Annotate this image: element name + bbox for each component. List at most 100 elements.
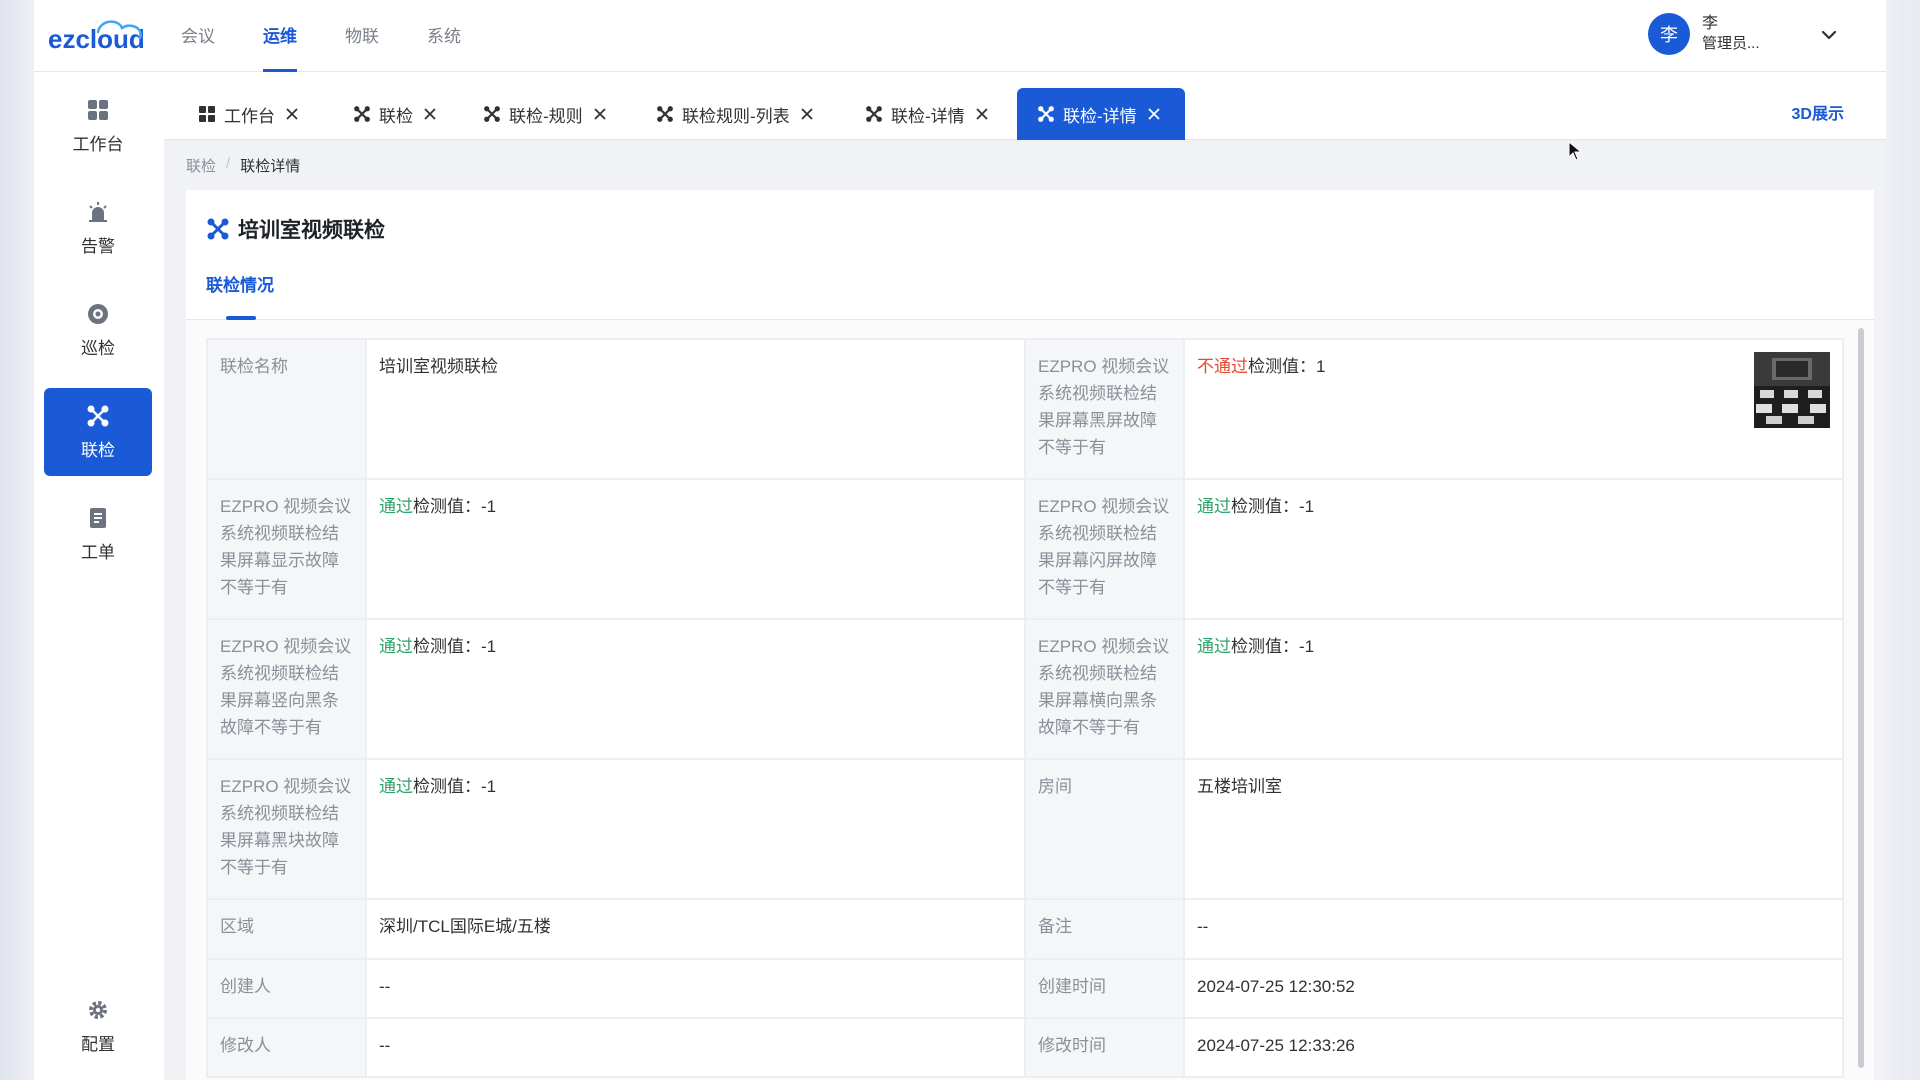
tab-label: 工作台: [224, 106, 275, 126]
field-value: --: [365, 958, 1026, 1019]
close-icon[interactable]: [423, 107, 437, 121]
top-nav-ops[interactable]: 运维: [263, 0, 297, 72]
page-title: 培训室视频联检: [206, 214, 385, 244]
sidebar-item-patrol[interactable]: 巡检: [44, 286, 152, 374]
field-label: 备注: [1024, 898, 1185, 960]
user-menu[interactable]: 李 李 管理员...: [1648, 12, 1760, 56]
sidebar-item-label: 巡检: [81, 338, 115, 358]
table-row: EZPRO 视频会议系统视频联检结果屏幕显示故障不等于有 通过检测值：-1 EZ…: [206, 478, 1844, 620]
top-nav-iot[interactable]: 物联: [345, 0, 379, 72]
patrol-icon: [88, 303, 108, 324]
user-name: 李: [1702, 15, 1719, 32]
alarm-icon: [89, 201, 107, 222]
field-value: 不通过检测值：1: [1183, 338, 1844, 480]
status-pass: 通过: [379, 637, 413, 656]
breadcrumb-separator: /: [226, 155, 231, 172]
tab-linkage[interactable]: 联检: [353, 88, 437, 140]
sidebar-item-label: 配置: [81, 1034, 115, 1054]
workorder-icon: [90, 507, 106, 528]
tab-workbench[interactable]: 工作台: [198, 88, 299, 140]
status-pass: 通过: [379, 497, 413, 516]
sidebar-item-label: 告警: [81, 236, 115, 256]
tab-linkage-rules-list[interactable]: 联检规则-列表: [656, 88, 814, 140]
grid-icon: [199, 106, 215, 122]
avatar[interactable]: 李: [1648, 13, 1690, 55]
tab-linkage-detail-active[interactable]: 联检-详情: [1017, 88, 1185, 140]
status-pass: 通过: [1197, 637, 1231, 656]
field-label: EZPRO 视频会议系统视频联检结果屏幕横向黑条故障不等于有: [1024, 618, 1185, 760]
field-value: --: [1183, 898, 1844, 960]
sidebar-item-workbench[interactable]: 工作台: [44, 82, 152, 170]
linkage-icon: [866, 106, 882, 122]
linkage-icon: [657, 106, 673, 122]
field-value: 通过检测值：-1: [365, 478, 1026, 620]
sidebar: 工作台 告警 巡检 联检 工单 配置: [34, 72, 164, 1080]
scrollbar[interactable]: [1858, 328, 1864, 1068]
linkage-icon: [207, 218, 229, 240]
sidebar-item-label: 工单: [81, 542, 115, 562]
field-label: 修改人: [206, 1017, 367, 1078]
user-role: 管理员...: [1702, 35, 1760, 52]
field-label: EZPRO 视频会议系统视频联检结果屏幕竖向黑条故障不等于有: [206, 618, 367, 760]
field-value: 2024-07-25 12:30:52: [1183, 958, 1844, 1019]
field-label: 创建人: [206, 958, 367, 1019]
field-value: 通过检测值：-1: [365, 758, 1026, 900]
page-tabs: 工作台 联检 联检-规则 联检规则-列表 联检-详情 联检-详情 3D展示: [164, 72, 1886, 140]
field-label: EZPRO 视频会议系统视频联检结果屏幕显示故障不等于有: [206, 478, 367, 620]
close-icon[interactable]: [593, 107, 607, 121]
tab-label: 联检-详情: [891, 106, 965, 126]
field-value: 通过检测值：-1: [1183, 618, 1844, 760]
field-label: 房间: [1024, 758, 1185, 900]
grid-icon: [88, 99, 108, 120]
detail-table: 联检名称 培训室视频联检 EZPRO 视频会议系统视频联检结果屏幕黑屏故障不等于…: [206, 338, 1844, 1078]
logo-text: ezcloud: [48, 24, 145, 54]
status-fail: 不通过: [1197, 357, 1248, 376]
linkage-icon: [1038, 106, 1054, 122]
tab-linkage-detail[interactable]: 联检-详情: [865, 88, 989, 140]
sidebar-item-alarm[interactable]: 告警: [44, 184, 152, 272]
detect-value: 检测值：-1: [1231, 497, 1315, 516]
field-value: 通过检测值：-1: [1183, 478, 1844, 620]
top-nav-meeting[interactable]: 会议: [181, 0, 215, 72]
close-icon[interactable]: [285, 107, 299, 121]
detect-value: 检测值：-1: [413, 777, 497, 796]
detect-value: 检测值：1: [1248, 357, 1326, 376]
tab-linkage-status[interactable]: 联检情况: [206, 272, 274, 320]
detect-value: 检测值：-1: [413, 637, 497, 656]
breadcrumb: 联检 / 联检详情: [186, 155, 300, 176]
detect-value: 检测值：-1: [1231, 637, 1315, 656]
close-icon[interactable]: [1147, 107, 1161, 121]
show-3d-button[interactable]: 3D展示: [1792, 100, 1844, 124]
table-row: EZPRO 视频会议系统视频联检结果屏幕黑块故障不等于有 通过检测值：-1 房间…: [206, 758, 1844, 900]
sidebar-item-linkage[interactable]: 联检: [44, 388, 152, 476]
ezcloud-logo[interactable]: ezcloud: [46, 10, 158, 56]
breadcrumb-current: 联检详情: [240, 158, 301, 175]
field-label: 联检名称: [206, 338, 367, 480]
linkage-icon: [87, 405, 109, 426]
field-label: 区域: [206, 898, 367, 960]
field-label: 修改时间: [1024, 1017, 1185, 1078]
chevron-down-icon[interactable]: [1820, 26, 1838, 44]
field-value: 通过检测值：-1: [365, 618, 1026, 760]
detail-scroll-area[interactable]: 联检名称 培训室视频联检 EZPRO 视频会议系统视频联检结果屏幕黑屏故障不等于…: [186, 320, 1874, 1080]
page-title-text: 培训室视频联检: [238, 219, 385, 242]
field-label: EZPRO 视频会议系统视频联检结果屏幕闪屏故障不等于有: [1024, 478, 1185, 620]
linkage-icon: [354, 106, 370, 122]
field-value: --: [365, 1017, 1026, 1078]
sidebar-item-config[interactable]: 配置: [44, 982, 152, 1070]
field-label: 创建时间: [1024, 958, 1185, 1019]
snapshot-thumbnail[interactable]: [1754, 352, 1830, 428]
table-row: 联检名称 培训室视频联检 EZPRO 视频会议系统视频联检结果屏幕黑屏故障不等于…: [206, 338, 1844, 480]
breadcrumb-parent[interactable]: 联检: [186, 155, 216, 176]
tab-label: 联检-详情: [1063, 106, 1137, 126]
tab-linkage-rules[interactable]: 联检-规则: [483, 88, 607, 140]
top-nav-system[interactable]: 系统: [427, 0, 461, 72]
top-nav: 会议 运维 物联 系统: [181, 0, 509, 72]
detail-card: 培训室视频联检 联检情况 联检名称 培训室视频联检 EZPRO 视频会议系统视频…: [186, 190, 1874, 1080]
detail-tabs: 联检情况: [186, 272, 1874, 320]
detect-value: 检测值：-1: [413, 497, 497, 516]
sidebar-item-workorder[interactable]: 工单: [44, 490, 152, 578]
close-icon[interactable]: [800, 107, 814, 121]
app-root: ezcloud 会议 运维 物联 系统 李 李 管理员... 工作台 告警 巡检…: [34, 0, 1886, 1080]
close-icon[interactable]: [975, 107, 989, 121]
